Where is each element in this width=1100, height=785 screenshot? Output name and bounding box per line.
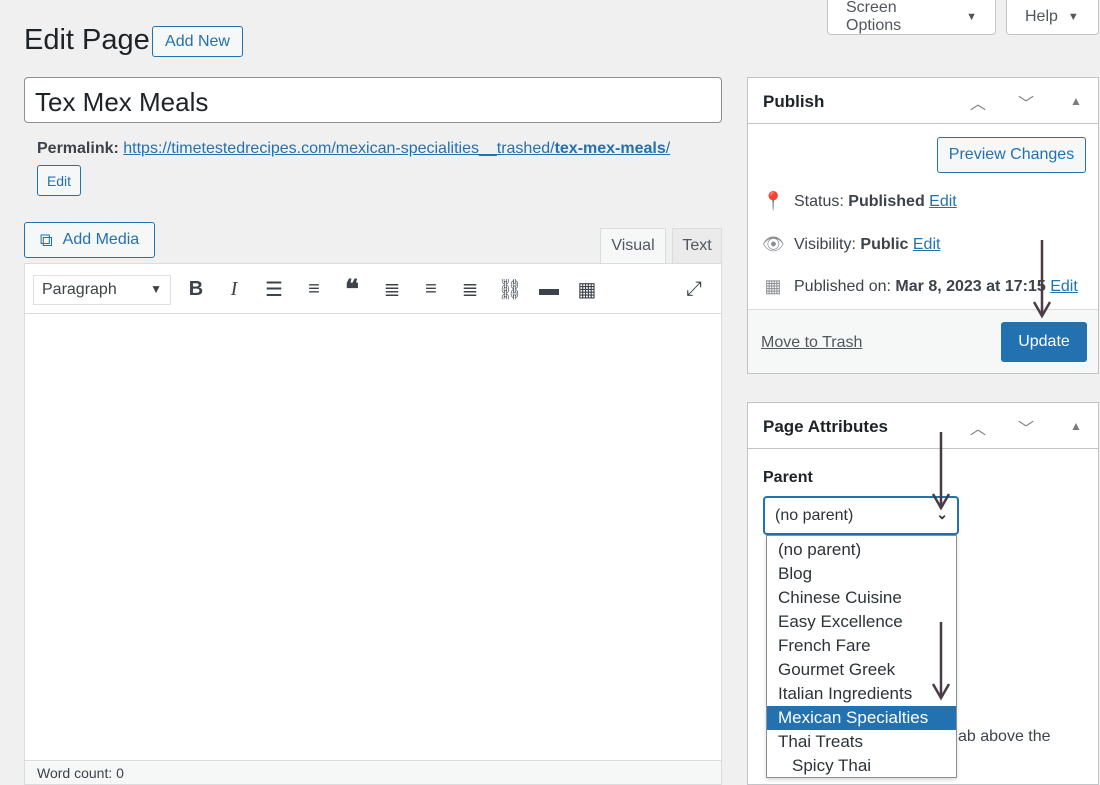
numbered-list-icon[interactable]: ≡ bbox=[302, 278, 326, 300]
parent-select[interactable]: (no parent) ⌄ bbox=[763, 496, 959, 535]
status-row: 📍 Status: Published Edit bbox=[762, 191, 957, 212]
screen-options-label: Screen Options bbox=[846, 0, 902, 34]
toolbar-toggle-icon[interactable]: ▦ bbox=[575, 278, 599, 301]
parent-option[interactable]: Spicy Thai bbox=[767, 754, 956, 778]
caret-down-icon: ▼ bbox=[1067, 11, 1079, 23]
pin-icon: 📍 bbox=[762, 191, 785, 211]
parent-label: Parent bbox=[763, 469, 813, 486]
parent-dropdown: (no parent) Blog Chinese Cuisine Easy Ex… bbox=[766, 535, 957, 778]
caret-down-icon: ▼ bbox=[966, 11, 977, 23]
permalink-end: / bbox=[665, 140, 671, 157]
page-title: Edit Page bbox=[24, 24, 150, 56]
add-media-label: Add Media bbox=[62, 231, 140, 248]
attributes-panel-header: Page Attributes ︿ ﹀ ▲ bbox=[748, 403, 1098, 449]
attributes-title: Page Attributes bbox=[763, 417, 889, 436]
parent-select-value: (no parent) bbox=[775, 507, 854, 524]
parent-option-selected[interactable]: Mexican Specialties bbox=[767, 706, 956, 730]
published-label: Published on: bbox=[794, 277, 891, 295]
fullscreen-icon[interactable]: ⤢ bbox=[682, 278, 706, 300]
help-label: Help bbox=[1025, 8, 1058, 25]
visibility-value: Public bbox=[860, 235, 909, 253]
chevron-up-icon[interactable]: ︿ bbox=[970, 90, 986, 114]
permalink-link[interactable]: https://timetestedrecipes.com/mexican-sp… bbox=[123, 140, 670, 157]
parent-option[interactable]: Easy Excellence bbox=[767, 610, 956, 634]
publish-panel-header: Publish ︿ ﹀ ▲ bbox=[748, 78, 1098, 124]
post-title-input[interactable]: Tex Mex Meals bbox=[24, 77, 722, 123]
status-edit-link[interactable]: Edit bbox=[929, 193, 957, 211]
publish-title: Publish bbox=[763, 92, 825, 111]
preview-changes-button[interactable]: Preview Changes bbox=[937, 137, 1086, 173]
chevron-down-icon[interactable]: ﹀ bbox=[1018, 415, 1034, 439]
eye-icon: 👁 bbox=[762, 234, 785, 254]
status-label: Status: bbox=[794, 192, 844, 210]
help-button[interactable]: Help ▼ bbox=[1006, 0, 1099, 35]
attributes-help-text: ab above the bbox=[958, 728, 1051, 745]
update-button[interactable]: Update bbox=[1001, 322, 1087, 362]
chevron-down-icon[interactable]: ﹀ bbox=[1018, 90, 1034, 114]
published-row: ▦ Published on: Mar 8, 2023 at 17:15 Edi… bbox=[762, 276, 1078, 297]
visibility-label: Visibility: bbox=[794, 235, 856, 253]
parent-option[interactable]: (no parent) bbox=[767, 538, 956, 562]
caret-down-icon: ▼ bbox=[150, 282, 162, 296]
collapse-icon[interactable]: ▲ bbox=[1070, 94, 1082, 108]
permalink: Permalink: https://timetestedrecipes.com… bbox=[37, 140, 670, 158]
word-count: Word count: 0 bbox=[25, 760, 721, 784]
align-left-icon[interactable]: ≣ bbox=[380, 278, 404, 301]
collapse-icon[interactable]: ▲ bbox=[1070, 419, 1082, 433]
permalink-base: https://timetestedrecipes.com/mexican-sp… bbox=[123, 140, 555, 157]
move-to-trash-link[interactable]: Move to Trash bbox=[761, 334, 862, 352]
read-more-icon[interactable]: ▬ bbox=[537, 278, 561, 300]
parent-option[interactable]: Blog bbox=[767, 562, 956, 586]
add-new-button[interactable]: Add New bbox=[152, 26, 243, 57]
permalink-label: Permalink: bbox=[37, 140, 119, 157]
add-media-icon: ⧉ bbox=[39, 229, 53, 250]
italic-icon[interactable]: I bbox=[222, 278, 246, 300]
tab-visual[interactable]: Visual bbox=[600, 228, 666, 264]
screen-options-button[interactable]: Screen Options ▼ bbox=[827, 0, 996, 35]
status-value: Published bbox=[848, 192, 925, 210]
parent-option[interactable]: Chinese Cuisine bbox=[767, 586, 956, 610]
align-center-icon[interactable]: ≡ bbox=[419, 278, 443, 300]
chevron-down-icon: ⌄ bbox=[936, 506, 948, 522]
tab-text[interactable]: Text bbox=[672, 228, 722, 264]
permalink-edit-button[interactable]: Edit bbox=[37, 165, 81, 196]
add-media-button[interactable]: ⧉ Add Media bbox=[24, 222, 155, 258]
editor-toolbar: Paragraph ▼ B I ☰ ≡ ❝ ≣ ≡ ≣ ⛓ ▬ ▦ ⤢ bbox=[25, 264, 721, 314]
chevron-up-icon[interactable]: ︿ bbox=[970, 415, 986, 439]
align-right-icon[interactable]: ≣ bbox=[458, 278, 482, 301]
format-select-value: Paragraph bbox=[42, 281, 117, 298]
published-value: Mar 8, 2023 at 17:15 bbox=[895, 277, 1046, 295]
parent-option[interactable]: French Fare bbox=[767, 634, 956, 658]
blockquote-icon[interactable]: ❝ bbox=[340, 274, 364, 304]
link-icon[interactable]: ⛓ bbox=[497, 278, 522, 301]
format-select[interactable]: Paragraph ▼ bbox=[33, 275, 171, 305]
published-edit-link[interactable]: Edit bbox=[1050, 278, 1078, 296]
editor: Paragraph ▼ B I ☰ ≡ ❝ ≣ ≡ ≣ ⛓ ▬ ▦ ⤢ Word… bbox=[24, 263, 722, 785]
bullet-list-icon[interactable]: ☰ bbox=[262, 278, 286, 301]
bold-icon[interactable]: B bbox=[184, 278, 208, 300]
calendar-icon: ▦ bbox=[764, 276, 782, 296]
parent-option[interactable]: Gourmet Greek bbox=[767, 658, 956, 682]
parent-option[interactable]: Thai Treats bbox=[767, 730, 956, 754]
permalink-slug: tex-mex-meals bbox=[554, 140, 666, 157]
visibility-edit-link[interactable]: Edit bbox=[913, 236, 941, 254]
parent-option[interactable]: Italian Ingredients bbox=[767, 682, 956, 706]
visibility-row: 👁 Visibility: Public Edit bbox=[762, 234, 940, 255]
